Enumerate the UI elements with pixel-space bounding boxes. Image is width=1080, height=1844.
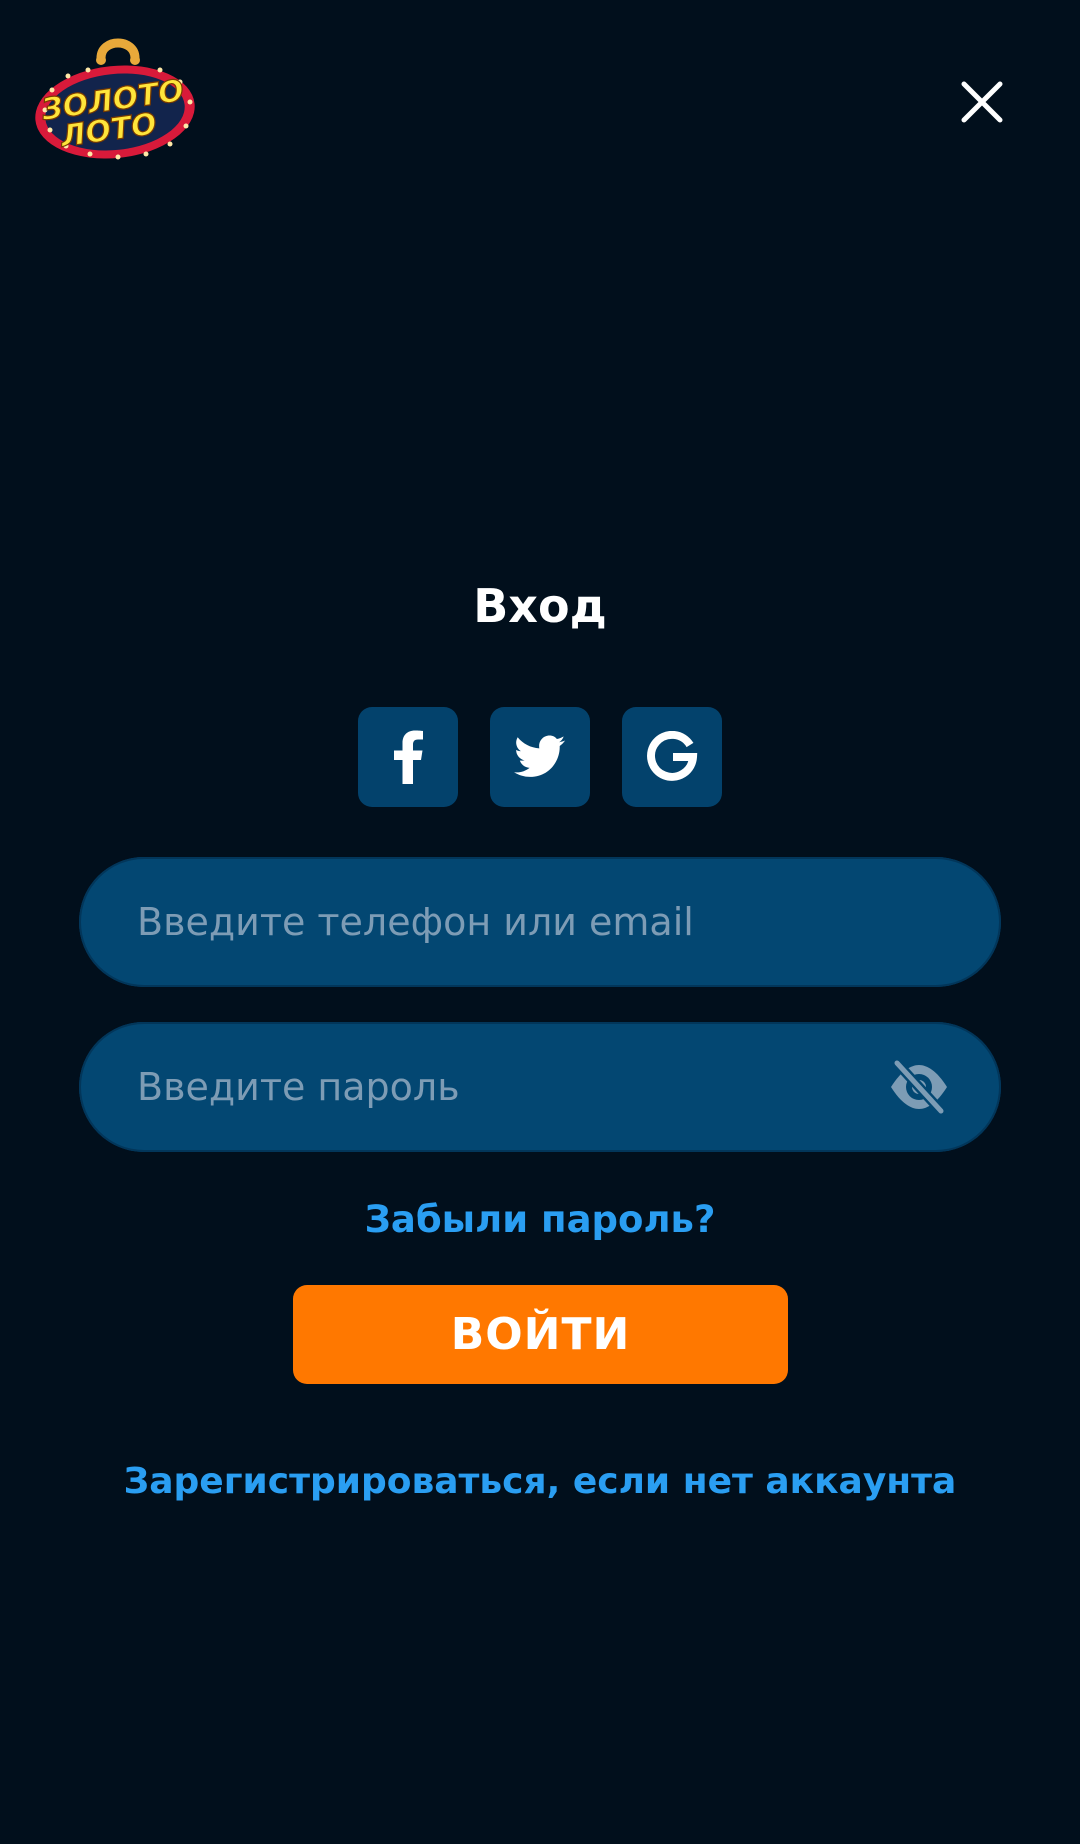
facebook-login-button[interactable] [358, 707, 458, 807]
password-input[interactable] [137, 1022, 837, 1152]
password-visibility-toggle[interactable] [887, 1059, 951, 1115]
close-button[interactable] [952, 72, 1012, 132]
register-link[interactable]: Зарегистрироваться, если нет аккаунта [0, 1457, 1080, 1507]
password-field[interactable] [79, 1022, 1001, 1152]
login-field[interactable] [79, 857, 1001, 987]
google-icon [647, 731, 698, 781]
forgot-password-link[interactable]: Забыли пароль? [0, 1195, 1080, 1245]
twitter-icon [514, 735, 566, 777]
social-login-row [358, 707, 722, 807]
page-title: Вход [473, 579, 607, 633]
facebook-icon [394, 730, 423, 784]
login-button[interactable]: ВОЙТИ [293, 1285, 788, 1384]
brand-logo: ЗОЛОТО ЛОТО [30, 30, 200, 160]
logo-image: ЗОЛОТО ЛОТО [35, 38, 195, 160]
close-icon [961, 81, 1003, 123]
phone-or-email-input[interactable] [137, 857, 957, 987]
twitter-login-button[interactable] [490, 707, 590, 807]
eye-off-icon [891, 1059, 947, 1115]
google-login-button[interactable] [622, 707, 722, 807]
